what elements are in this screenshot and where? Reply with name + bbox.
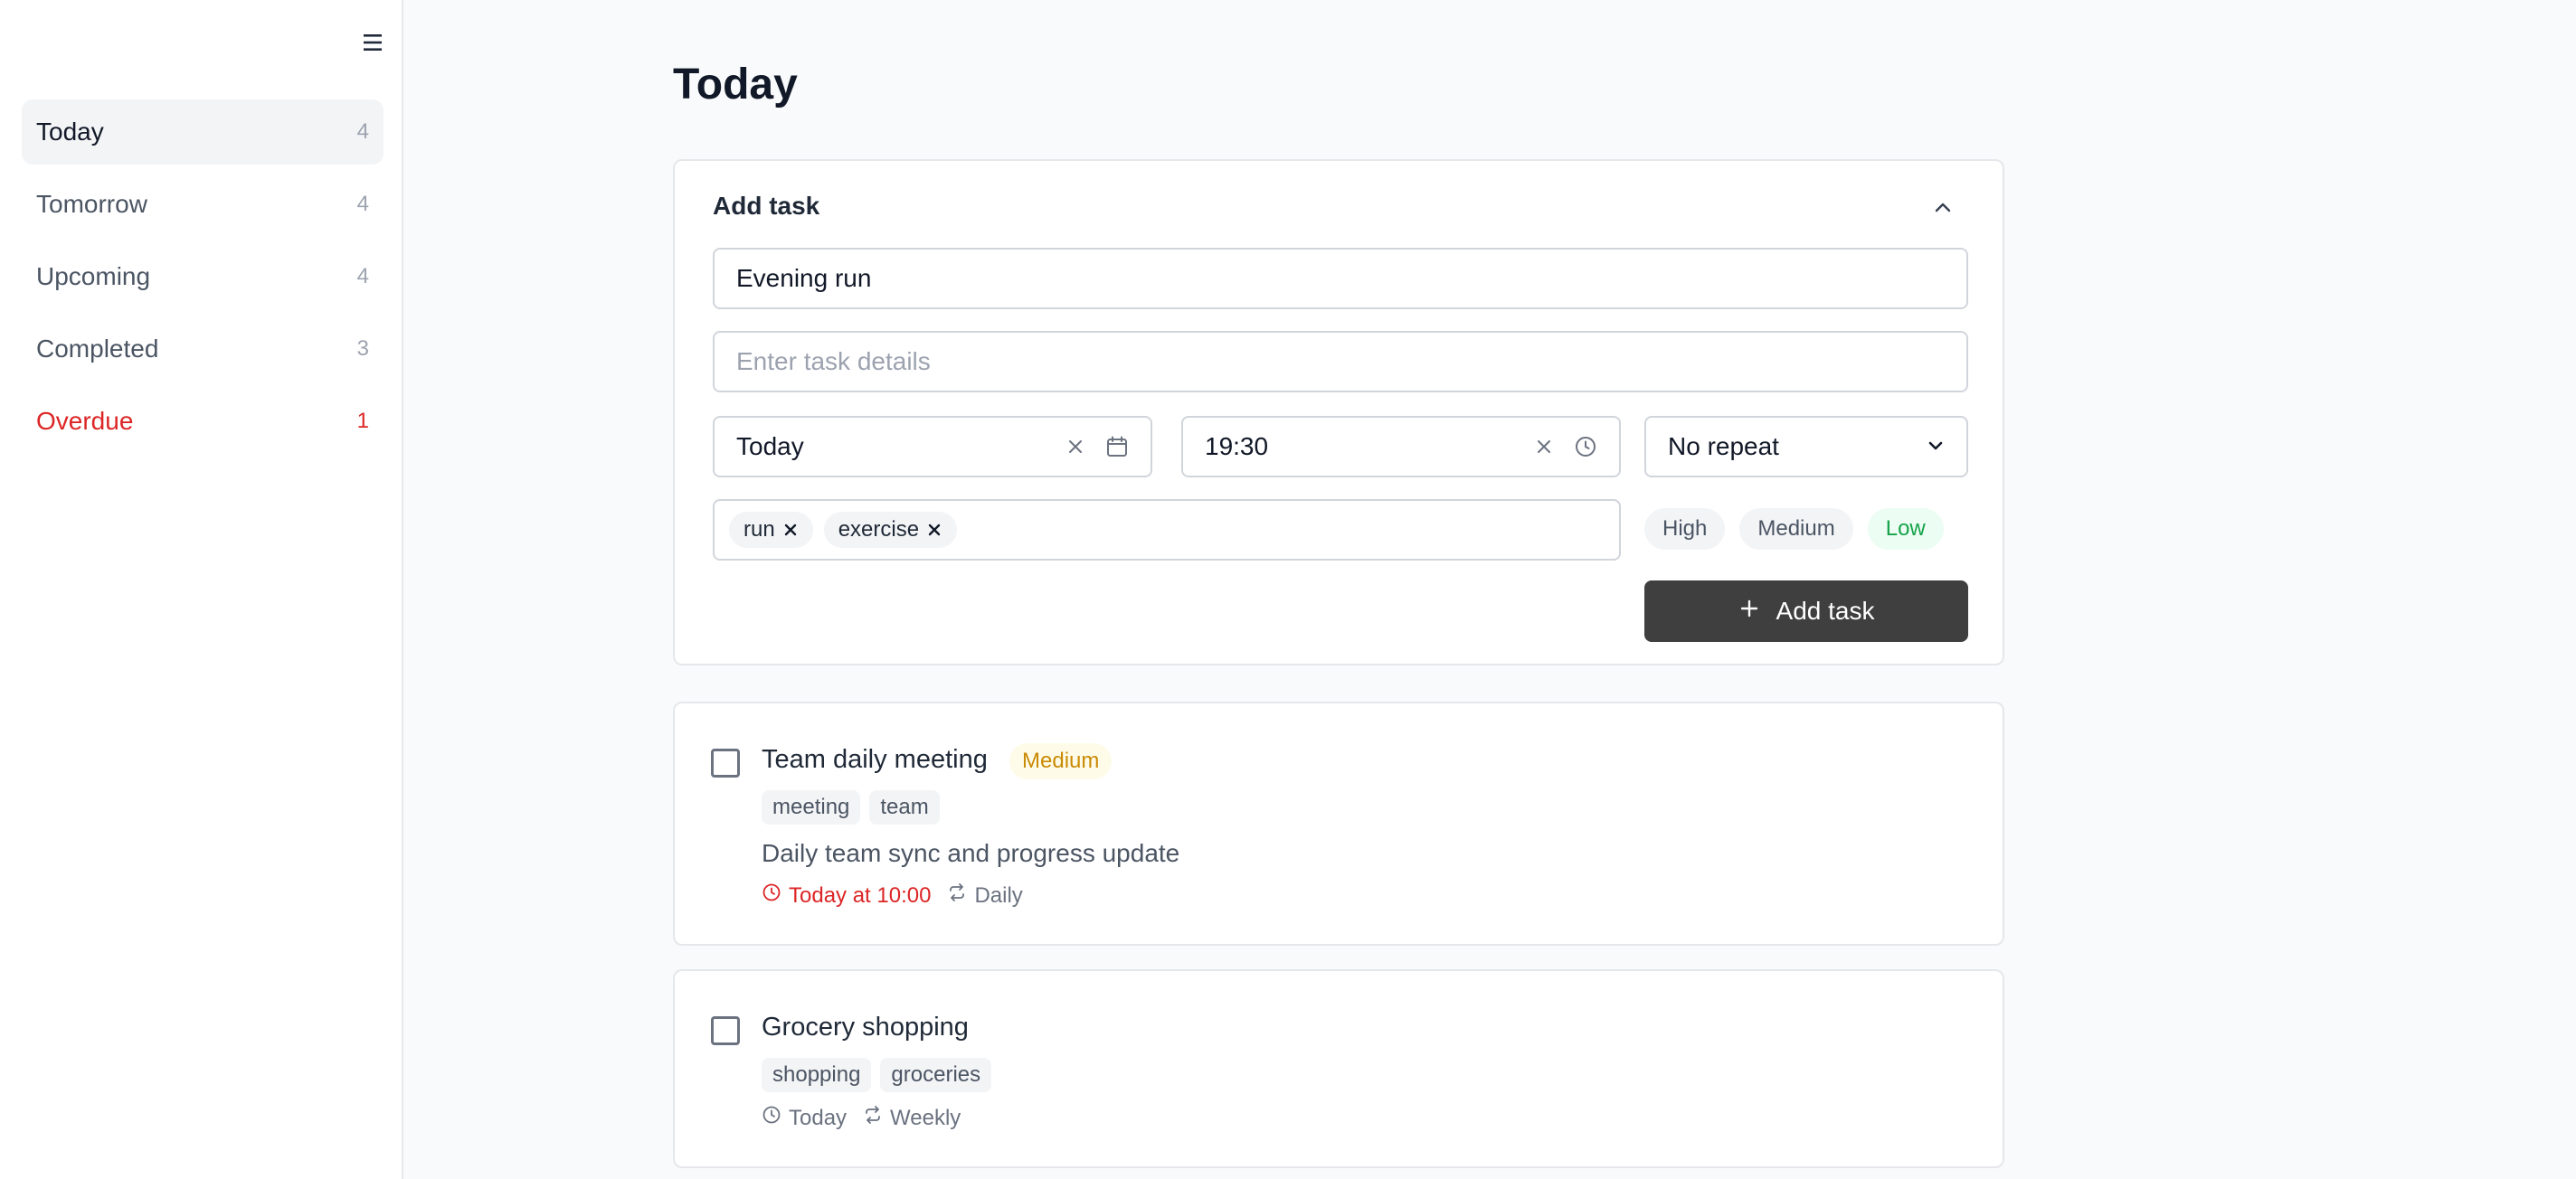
- task-title: Grocery shopping: [762, 1013, 969, 1042]
- task-meta: Today Weekly: [762, 1105, 961, 1131]
- task-tag: team: [869, 790, 940, 825]
- add-task-button[interactable]: Add task: [1644, 580, 1968, 642]
- time-value: 19:30: [1205, 432, 1269, 460]
- date-input[interactable]: Today: [713, 416, 1152, 477]
- task-title-input[interactable]: Evening run: [713, 248, 1968, 309]
- task-tag: shopping: [762, 1058, 872, 1092]
- sidebar-item-label: Overdue: [36, 407, 134, 435]
- page-title: Today: [673, 61, 798, 108]
- priority-medium-button[interactable]: Medium: [1739, 508, 1853, 550]
- calendar-icon[interactable]: [1105, 435, 1129, 458]
- sidebar-nav: Today 4 Tomorrow 4 Upcoming 4 Completed …: [22, 99, 384, 461]
- chevron-up-icon[interactable]: [1928, 193, 1957, 222]
- task-checkbox[interactable]: [711, 749, 740, 778]
- sidebar-item-count: 4: [356, 119, 369, 144]
- hamburger-icon[interactable]: [360, 27, 385, 58]
- date-value: Today: [736, 432, 804, 460]
- remove-tag-icon[interactable]: [926, 522, 942, 538]
- priority-low-button[interactable]: Low: [1867, 508, 1944, 550]
- task-due-text: Today at 10:00: [789, 882, 932, 908]
- plus-icon: [1738, 597, 1760, 626]
- sidebar-item-count: 4: [356, 264, 369, 288]
- task-meta: Today at 10:00 Daily: [762, 882, 1023, 909]
- sidebar-item-overdue[interactable]: Overdue 1: [22, 389, 384, 454]
- task-due-text: Today: [789, 1105, 848, 1130]
- priority-badge: Medium: [1009, 743, 1113, 779]
- repeat-icon: [863, 1105, 883, 1131]
- task-repeat-text: Daily: [974, 882, 1023, 908]
- sidebar-item-count: 4: [356, 192, 369, 216]
- task-due: Today at 10:00: [762, 882, 931, 909]
- task-details-input[interactable]: Enter task details: [713, 331, 1968, 392]
- task-tags: shopping groceries: [762, 1058, 992, 1092]
- task-repeat-text: Weekly: [890, 1105, 961, 1130]
- add-task-header: Add task: [713, 192, 820, 220]
- tag-chip: exercise: [823, 512, 958, 548]
- repeat-icon: [947, 882, 967, 909]
- sidebar-item-count: 3: [356, 336, 369, 361]
- task-title: Team daily meeting: [762, 745, 988, 774]
- task-card: Grocery shopping shopping groceries Toda…: [673, 969, 2004, 1168]
- priority-high-button[interactable]: High: [1644, 508, 1726, 550]
- sidebar-item-today[interactable]: Today 4: [22, 99, 384, 165]
- sidebar-item-label: Today: [36, 118, 104, 146]
- task-tag: groceries: [880, 1058, 992, 1092]
- tag-chip: run: [729, 512, 813, 548]
- remove-tag-icon[interactable]: [782, 522, 799, 538]
- task-title-value: Evening run: [736, 264, 872, 292]
- sidebar: Today 4 Tomorrow 4 Upcoming 4 Completed …: [0, 0, 403, 1179]
- task-description: Daily team sync and progress update: [762, 839, 1180, 867]
- task-card: Team daily meeting Medium meeting team D…: [673, 702, 2004, 946]
- sidebar-item-tomorrow[interactable]: Tomorrow 4: [22, 172, 384, 237]
- sidebar-item-completed[interactable]: Completed 3: [22, 316, 384, 382]
- repeat-select[interactable]: No repeat: [1644, 416, 1968, 477]
- add-task-panel: Add task Evening run Enter task details …: [673, 159, 2004, 665]
- clock-icon: [762, 882, 781, 909]
- tags-input[interactable]: run exercise: [713, 499, 1621, 561]
- task-due: Today: [762, 1105, 847, 1131]
- sidebar-item-label: Completed: [36, 335, 159, 363]
- task-tags: meeting team: [762, 790, 940, 825]
- sidebar-item-upcoming[interactable]: Upcoming 4: [22, 244, 384, 309]
- tag-chip-label: exercise: [838, 517, 920, 542]
- task-details-placeholder: Enter task details: [736, 347, 931, 375]
- repeat-value: No repeat: [1668, 432, 1779, 460]
- time-input[interactable]: 19:30: [1181, 416, 1621, 477]
- add-task-button-label: Add task: [1776, 597, 1875, 625]
- task-checkbox[interactable]: [711, 1016, 740, 1045]
- priority-selector: High Medium Low: [1644, 508, 1944, 550]
- task-repeat: Weekly: [863, 1105, 961, 1131]
- chevron-down-icon: [1927, 432, 1945, 461]
- clock-icon[interactable]: [1574, 435, 1597, 458]
- tag-chip-label: run: [743, 517, 775, 542]
- clear-date-icon[interactable]: [1065, 437, 1085, 457]
- task-tag: meeting: [762, 790, 861, 825]
- sidebar-item-count: 1: [356, 409, 369, 433]
- clear-time-icon[interactable]: [1534, 437, 1554, 457]
- task-repeat: Daily: [947, 882, 1023, 909]
- clock-icon: [762, 1105, 781, 1131]
- sidebar-item-label: Tomorrow: [36, 190, 147, 218]
- sidebar-item-label: Upcoming: [36, 262, 151, 290]
